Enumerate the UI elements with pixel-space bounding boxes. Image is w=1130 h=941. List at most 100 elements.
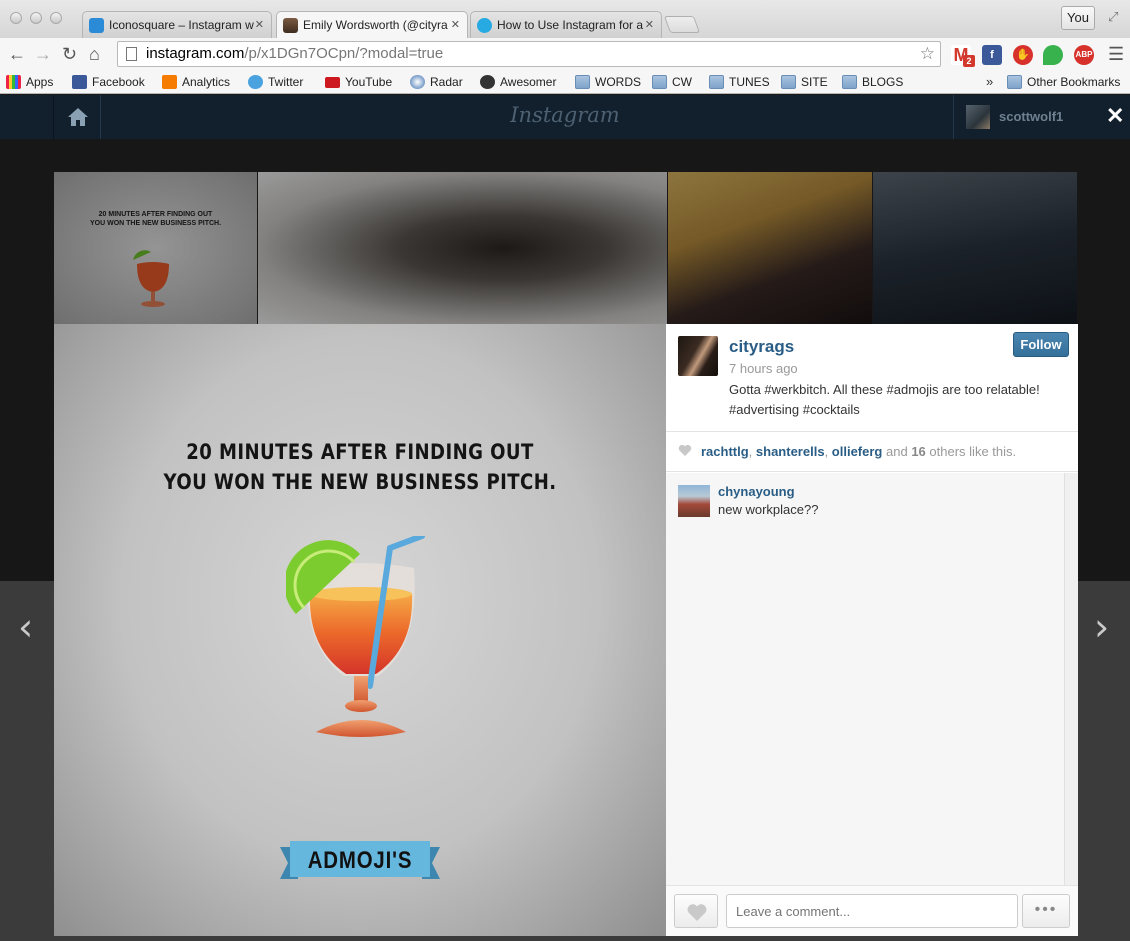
comment-text: new workplace?? bbox=[718, 502, 819, 517]
bookmark-folder-blogs[interactable]: BLOGS bbox=[842, 74, 903, 90]
bookmark-radar[interactable]: Radar bbox=[410, 74, 463, 90]
reload-icon[interactable]: ↻ bbox=[62, 42, 77, 66]
liker-link[interactable]: shanterells bbox=[756, 444, 825, 459]
bookmarks-overflow-chevron[interactable]: » bbox=[986, 74, 993, 89]
grid-photo[interactable] bbox=[258, 172, 667, 324]
tab-label: Emily Wordsworth (@cityra bbox=[303, 18, 448, 32]
folder-icon bbox=[1007, 75, 1022, 89]
post-details-panel: cityrags 7 hours ago Gotta #werkbitch. A… bbox=[666, 324, 1078, 936]
folder-icon bbox=[709, 75, 724, 89]
url-host: instagram.com bbox=[146, 45, 245, 62]
browser-toolbar: ← → ↻ ⌂ instagram.com/p/x1DGn7OCpn/?moda… bbox=[0, 38, 1130, 70]
comments-list: chynayoung new workplace?? bbox=[666, 473, 1064, 885]
bookmark-facebook[interactable]: Facebook bbox=[72, 74, 145, 90]
close-icon[interactable]: ✕ bbox=[1106, 103, 1124, 129]
bookmark-folder-words[interactable]: WORDS bbox=[575, 74, 641, 90]
youtube-icon bbox=[325, 77, 340, 88]
window-close-button[interactable] bbox=[10, 12, 22, 24]
bookmark-folder-tunes[interactable]: TUNES bbox=[709, 74, 770, 90]
new-tab-button[interactable] bbox=[663, 16, 701, 33]
banner-label: ADMOJI'S bbox=[307, 847, 413, 874]
adblock-icon[interactable]: ABP bbox=[1074, 45, 1094, 65]
likes-count[interactable]: 16 bbox=[911, 444, 925, 459]
avatar[interactable] bbox=[678, 485, 710, 517]
menu-icon[interactable]: ☰ bbox=[1108, 44, 1124, 65]
facebook-icon[interactable]: f bbox=[982, 45, 1002, 65]
grid-photo[interactable] bbox=[668, 172, 872, 324]
thumb-caption: 20 MINUTES AFTER FINDING OUT YOU WON THE … bbox=[89, 211, 222, 227]
more-options-button[interactable]: ••• bbox=[1022, 894, 1070, 928]
instagram-icon bbox=[283, 18, 298, 33]
awesomer-icon bbox=[480, 75, 495, 89]
forward-arrow-icon[interactable]: → bbox=[34, 42, 52, 66]
photo-grid: 20 MINUTES AFTER FINDING OUT YOU WON THE … bbox=[54, 172, 1077, 324]
comment-composer: ••• bbox=[666, 885, 1078, 936]
url-path: /p/x1DGn7OCpn/?modal=true bbox=[244, 45, 444, 62]
grid-photo[interactable] bbox=[873, 172, 1077, 324]
cocktail-icon bbox=[133, 250, 169, 307]
photo-headline: 20 MINUTES AFTER FINDING OUT YOU WON THE… bbox=[163, 440, 557, 494]
analytics-icon bbox=[162, 75, 177, 89]
profile-button[interactable]: You bbox=[1061, 6, 1095, 30]
gmail-badge: 2 bbox=[963, 55, 975, 67]
bookmark-folder-site[interactable]: SITE bbox=[781, 74, 828, 90]
avatar[interactable] bbox=[678, 336, 718, 376]
radar-icon bbox=[410, 75, 425, 89]
current-username: scottwolf1 bbox=[999, 109, 1064, 124]
site-icon bbox=[477, 18, 492, 33]
bookmarks-bar: Apps Facebook Analytics Twitter YouTube … bbox=[0, 70, 1130, 94]
liker-link[interactable]: ollieferg bbox=[832, 444, 883, 459]
bookmark-other[interactable]: Other Bookmarks bbox=[1007, 74, 1120, 90]
fullscreen-icon[interactable]: ⤢ bbox=[1108, 9, 1118, 25]
post-caption: Gotta #werkbitch. All these #admojis are… bbox=[729, 382, 1040, 417]
follow-button[interactable]: Follow bbox=[1013, 332, 1069, 357]
folder-icon bbox=[842, 75, 857, 89]
cocktail-icon bbox=[286, 536, 425, 737]
close-icon[interactable]: ✕ bbox=[645, 12, 654, 38]
previous-arrow-icon[interactable]: ‹ bbox=[18, 605, 33, 649]
home-icon[interactable]: ⌂ bbox=[89, 42, 100, 66]
facebook-icon bbox=[72, 75, 87, 89]
post-owner-username[interactable]: cityrags bbox=[729, 337, 794, 357]
tab-instagram[interactable]: Emily Wordsworth (@cityra ✕ bbox=[276, 11, 468, 38]
grid-photo[interactable]: 20 MINUTES AFTER FINDING OUT YOU WON THE … bbox=[54, 172, 257, 324]
comment-input[interactable] bbox=[726, 894, 1018, 928]
bookmark-awesomer[interactable]: Awesomer bbox=[480, 74, 556, 90]
close-icon[interactable]: ✕ bbox=[451, 12, 460, 38]
close-icon[interactable]: ✕ bbox=[255, 12, 264, 38]
post-timestamp[interactable]: 7 hours ago bbox=[729, 361, 798, 376]
folder-icon bbox=[575, 75, 590, 89]
back-arrow-icon[interactable]: ← bbox=[8, 42, 26, 66]
tab-iconosquare[interactable]: Iconosquare – Instagram w ✕ bbox=[82, 11, 272, 38]
tab-label: How to Use Instagram for a bbox=[497, 18, 644, 32]
bookmark-twitter[interactable]: Twitter bbox=[248, 74, 303, 90]
bookmark-analytics[interactable]: Analytics bbox=[162, 74, 230, 90]
iconosquare-icon bbox=[89, 18, 104, 33]
comment-username[interactable]: chynayoung bbox=[718, 484, 795, 499]
next-arrow-icon[interactable]: › bbox=[1094, 605, 1109, 649]
user-menu[interactable]: scottwolf1 bbox=[953, 95, 1077, 139]
post-photo[interactable]: 20 MINUTES AFTER FINDING OUT YOU WON THE… bbox=[54, 324, 666, 936]
like-button[interactable] bbox=[674, 894, 718, 928]
window-zoom-button[interactable] bbox=[50, 12, 62, 24]
evernote-icon[interactable] bbox=[1043, 45, 1063, 65]
likes-summary: racht­tlg, shanterells, ollieferg and 16… bbox=[666, 432, 1078, 472]
address-bar[interactable]: instagram.com/p/x1DGn7OCpn/?modal=true ☆ bbox=[117, 41, 941, 67]
window-minimize-button[interactable] bbox=[30, 12, 42, 24]
bookmark-youtube[interactable]: YouTube bbox=[325, 74, 392, 90]
bookmark-apps[interactable]: Apps bbox=[6, 74, 53, 90]
tab-how-to[interactable]: How to Use Instagram for a ✕ bbox=[470, 11, 662, 38]
heart-icon bbox=[678, 444, 692, 456]
avatar bbox=[966, 105, 990, 129]
tab-label: Iconosquare – Instagram w bbox=[109, 18, 254, 32]
bookmark-star-icon[interactable]: ☆ bbox=[920, 42, 935, 66]
heart-icon bbox=[687, 904, 707, 921]
liker-link[interactable]: racht­tlg bbox=[701, 444, 749, 459]
apps-icon bbox=[6, 75, 21, 89]
folder-icon bbox=[781, 75, 796, 89]
comments-scrollbar[interactable] bbox=[1064, 473, 1078, 885]
browser-tab-strip: Iconosquare – Instagram w ✕ Emily Wordsw… bbox=[0, 0, 1130, 38]
bookmark-folder-cw[interactable]: CW bbox=[652, 74, 692, 90]
page-icon bbox=[126, 47, 137, 61]
stop-icon[interactable]: ✋ bbox=[1013, 45, 1033, 65]
